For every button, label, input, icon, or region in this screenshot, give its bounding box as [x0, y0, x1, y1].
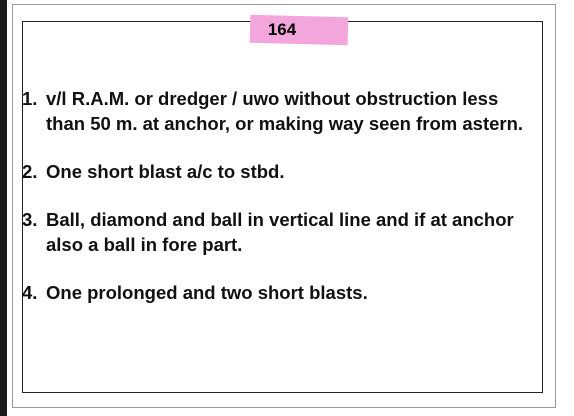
answer-number: 4.: [22, 282, 38, 303]
answer-item-1: 1. v/l R.A.M. or dredger / uwo without o…: [22, 86, 537, 136]
answer-item-2: 2. One short blast a/c to stbd.: [22, 159, 537, 184]
answer-item-3: 3. Ball, diamond and ball in vertical li…: [22, 207, 537, 257]
answer-list: 1. v/l R.A.M. or dredger / uwo without o…: [22, 86, 537, 328]
answer-text: v/l R.A.M. or dredger / uwo without obst…: [46, 88, 524, 134]
page-number: 164: [267, 20, 297, 39]
page-edge-bar: [0, 0, 7, 416]
answer-text: One prolonged and two short blasts.: [46, 282, 368, 303]
answer-item-4: 4. One prolonged and two short blasts.: [22, 280, 537, 305]
answer-text: One short blast a/c to stbd.: [46, 161, 285, 182]
answer-number: 1.: [22, 88, 38, 109]
answer-text: Ball, diamond and ball in vertical line …: [46, 209, 514, 255]
flashcard-page: 164 1. v/l R.A.M. or dredger / uwo witho…: [0, 0, 574, 416]
answer-number: 2.: [22, 161, 38, 182]
answer-number: 3.: [22, 209, 38, 230]
